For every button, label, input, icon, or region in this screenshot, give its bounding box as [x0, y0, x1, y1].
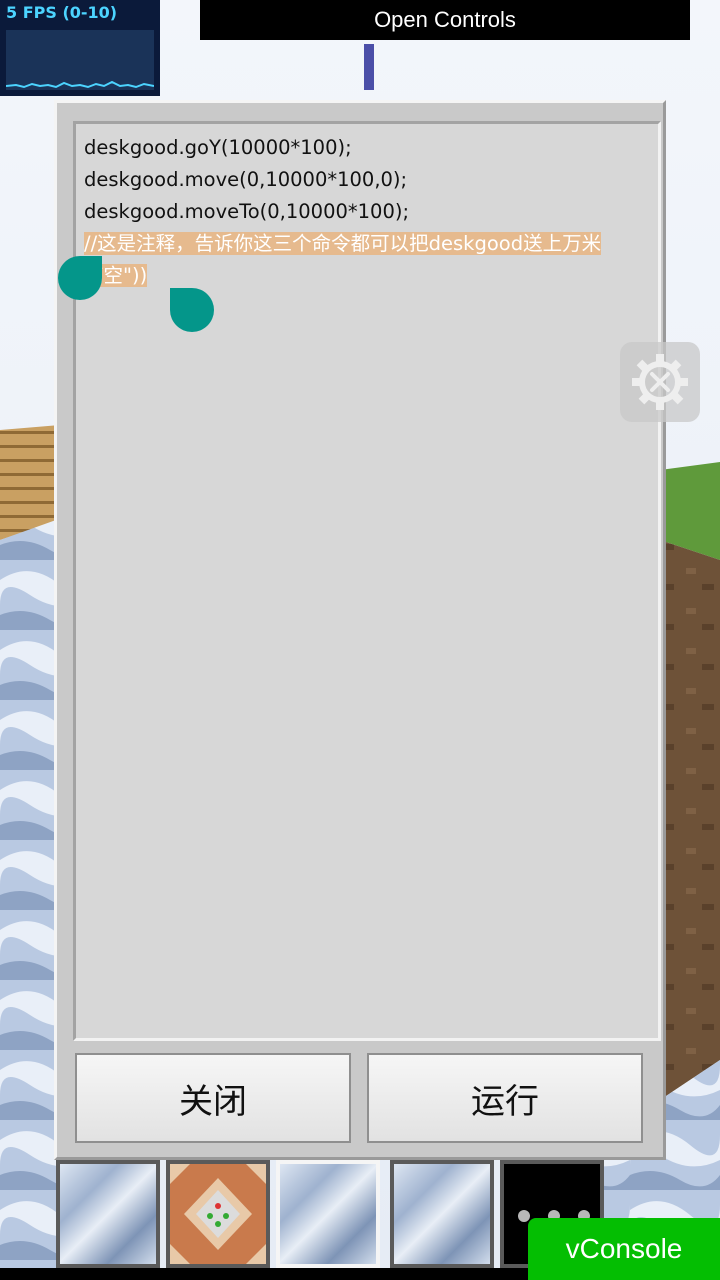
- selected-code-line: //这是注释，告诉你这三个命令都可以把deskgood送上万米: [84, 228, 654, 260]
- run-button[interactable]: 运行: [367, 1053, 643, 1143]
- position-indicator: [364, 44, 374, 90]
- settings-button[interactable]: [620, 342, 700, 422]
- code-editor-dialog: deskgood.goY(10000*100); deskgood.move(0…: [54, 100, 666, 1160]
- code-line: deskgood.moveTo(0,10000*100);: [84, 200, 410, 223]
- close-button[interactable]: 关闭: [75, 1053, 351, 1143]
- command-block-icon: [170, 1164, 266, 1264]
- fps-meter: 5 FPS (0-10): [0, 0, 160, 96]
- fps-graph-line: [5, 80, 155, 89]
- fps-graph: [5, 30, 155, 90]
- hotbar-slot-stone[interactable]: [390, 1160, 494, 1268]
- open-controls-button[interactable]: Open Controls: [200, 0, 690, 40]
- fps-label: 5 FPS (0-10): [6, 3, 118, 22]
- selection-start-handle[interactable]: [58, 256, 102, 300]
- hotbar-slot-stone[interactable]: [56, 1160, 160, 1268]
- hotbar-slot-command-block[interactable]: [166, 1160, 270, 1268]
- gear-wrench-icon: [632, 354, 688, 410]
- code-textarea[interactable]: deskgood.goY(10000*100); deskgood.move(0…: [58, 121, 661, 1041]
- code-line: deskgood.goY(10000*100);: [84, 136, 352, 159]
- hotbar-slot-stone-selected[interactable]: [276, 1160, 380, 1268]
- more-dot-icon: [518, 1210, 530, 1222]
- vconsole-button[interactable]: vConsole: [528, 1218, 720, 1280]
- selected-text: //这是注释，告诉你这三个命令都可以把deskgood送上万米: [84, 232, 602, 255]
- code-line: deskgood.move(0,10000*100,0);: [84, 168, 408, 191]
- selection-end-handle[interactable]: [170, 288, 214, 332]
